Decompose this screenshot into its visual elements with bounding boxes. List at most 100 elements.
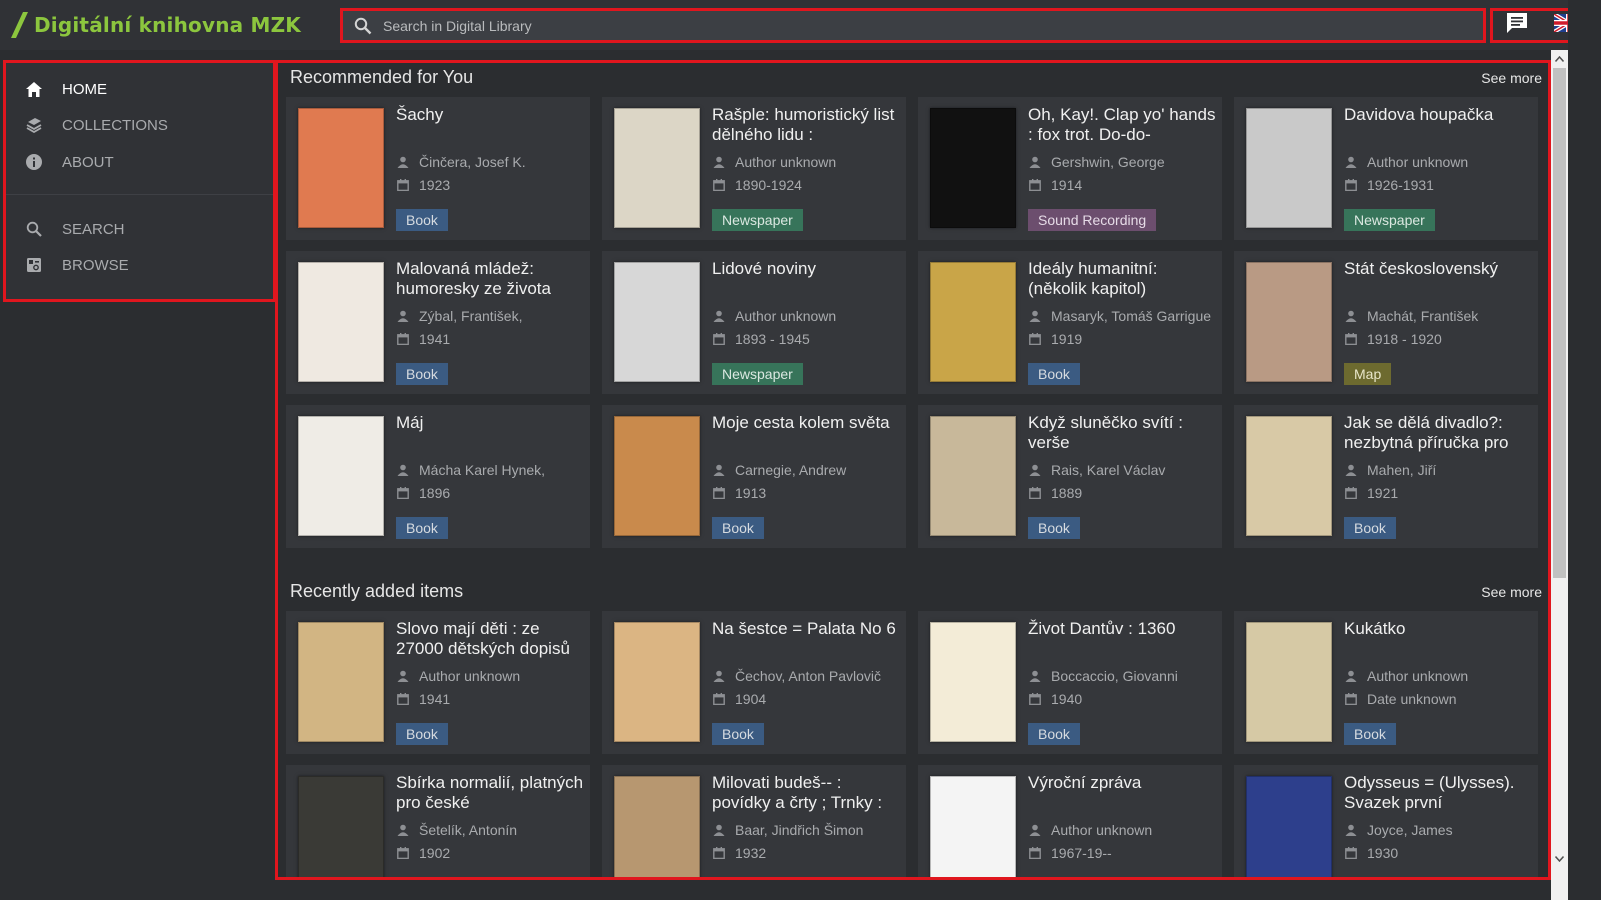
item-title[interactable]: Malovaná mládež: humoresky ze života xyxy=(396,259,584,299)
item-card[interactable]: Malovaná mládež: humoresky ze života Zýba… xyxy=(286,251,590,394)
item-thumbnail[interactable] xyxy=(296,259,386,385)
item-card[interactable]: Jak se dělá divadlo?: nezbytná příručka … xyxy=(1234,405,1538,548)
item-title[interactable]: Stát československý xyxy=(1344,259,1532,279)
item-thumbnail[interactable] xyxy=(1244,259,1334,385)
item-thumbnail[interactable] xyxy=(928,105,1018,231)
calendar-icon xyxy=(1028,487,1042,499)
item-title[interactable]: Výroční zpráva xyxy=(1028,773,1216,793)
sidebar-item-collections[interactable]: COLLECTIONS xyxy=(24,113,168,137)
item-thumbnail[interactable] xyxy=(928,619,1018,745)
search-input[interactable] xyxy=(383,17,1483,34)
item-thumbnail[interactable] xyxy=(296,619,386,745)
item-date: 1902 xyxy=(396,845,586,861)
item-thumbnail[interactable] xyxy=(296,413,386,539)
item-card[interactable]: Když sluněčko svítí : verše Rais, Karel V… xyxy=(918,405,1222,548)
item-type-badge: Book xyxy=(712,723,764,745)
search-icon[interactable] xyxy=(343,17,383,35)
item-thumbnail[interactable] xyxy=(612,619,702,745)
item-author: Author unknown xyxy=(396,668,586,684)
sidebar-item-about[interactable]: ABOUT xyxy=(24,150,114,174)
item-title[interactable]: Když sluněčko svítí : verše xyxy=(1028,413,1216,453)
item-title[interactable]: Oh, Kay!. Clap yo' hands : fox trot. Do-… xyxy=(1028,105,1216,145)
item-title[interactable]: Šachy xyxy=(396,105,584,125)
item-date: 1913 xyxy=(712,485,902,501)
user-icon xyxy=(712,156,726,168)
item-thumbnail[interactable] xyxy=(296,773,386,877)
item-title[interactable]: Odysseus = (Ulysses). Svazek první xyxy=(1344,773,1532,813)
item-date-text: 1967-19-- xyxy=(1051,845,1112,861)
item-thumbnail[interactable] xyxy=(612,413,702,539)
item-title[interactable]: Na šestce = Palata No 6 xyxy=(712,619,900,639)
item-title[interactable]: Slovo mají děti : ze 27000 dětských dopi… xyxy=(396,619,584,659)
item-author: Mácha Karel Hynek, xyxy=(396,462,586,478)
scroll-thumb[interactable] xyxy=(1553,68,1566,578)
sidebar-item-home[interactable]: HOME xyxy=(24,77,107,101)
search-bar[interactable] xyxy=(340,8,1486,43)
sidebar-nav: HOME COLLECTIONS ABOUT SEARCH BROWSE xyxy=(3,60,276,302)
item-title[interactable]: Moje cesta kolem světa xyxy=(712,413,900,433)
item-date: 1904 xyxy=(712,691,902,707)
item-thumbnail[interactable] xyxy=(1244,413,1334,539)
item-card[interactable]: Život Dantův : 1360 Boccaccio, Giovanni 19… xyxy=(918,611,1222,754)
item-thumbnail[interactable] xyxy=(1244,773,1334,877)
item-card[interactable]: Lidové noviny Author unknown 1893 - 1945 Ne… xyxy=(602,251,906,394)
see-more-link-recent[interactable]: See more xyxy=(1481,584,1542,600)
item-card[interactable]: Máj Mácha Karel Hynek, 1896 Book xyxy=(286,405,590,548)
item-thumbnail[interactable] xyxy=(612,773,702,877)
logo-slash-icon xyxy=(11,12,28,38)
item-author-text: Baar, Jindřich Šimon xyxy=(735,822,864,838)
scroll-down-icon[interactable] xyxy=(1551,850,1568,867)
item-date-text: 1926-1931 xyxy=(1367,177,1434,193)
sidebar-item-browse[interactable]: BROWSE xyxy=(24,253,129,277)
item-title[interactable]: Život Dantův : 1360 xyxy=(1028,619,1216,639)
scrollbar[interactable] xyxy=(1551,50,1568,900)
item-author-text: Joyce, James xyxy=(1367,822,1453,838)
item-card[interactable]: Stát československý Machát, František 1918… xyxy=(1234,251,1538,394)
item-title[interactable]: Rašple: humoristický list dělného lidu : xyxy=(712,105,900,145)
info-icon xyxy=(24,152,44,172)
item-card[interactable]: Milovati budeš-- : povídky a črty ; Trnk… xyxy=(602,765,906,877)
calendar-icon xyxy=(396,179,410,191)
item-thumbnail[interactable] xyxy=(928,773,1018,877)
item-date-text: 1902 xyxy=(419,845,451,861)
item-title[interactable]: Jak se dělá divadlo?: nezbytná příručka … xyxy=(1344,413,1532,453)
item-thumbnail[interactable] xyxy=(928,413,1018,539)
item-thumbnail[interactable] xyxy=(928,259,1018,385)
item-card[interactable]: Sbírka normalií, platných pro české Šetel… xyxy=(286,765,590,877)
logo[interactable]: Digitální knihovna MZK xyxy=(10,12,301,38)
item-card[interactable]: Davidova houpačka Author unknown 1926-1931… xyxy=(1234,97,1538,240)
item-title[interactable]: Milovati budeš-- : povídky a črty ; Trnk… xyxy=(712,773,900,813)
item-title[interactable]: Davidova houpačka xyxy=(1344,105,1532,125)
search-icon xyxy=(24,219,44,239)
item-card[interactable]: Moje cesta kolem světa Carnegie, Andrew 19… xyxy=(602,405,906,548)
item-thumbnail[interactable] xyxy=(612,259,702,385)
see-more-link-recommended[interactable]: See more xyxy=(1481,70,1542,86)
item-title[interactable]: Máj xyxy=(396,413,584,433)
item-thumbnail[interactable] xyxy=(612,105,702,231)
item-title[interactable]: Lidové noviny xyxy=(712,259,900,279)
scroll-up-icon[interactable] xyxy=(1551,50,1568,67)
item-thumbnail[interactable] xyxy=(1244,619,1334,745)
sidebar-item-label: COLLECTIONS xyxy=(62,116,168,134)
item-title[interactable]: Kukátko xyxy=(1344,619,1532,639)
item-thumbnail[interactable] xyxy=(1244,105,1334,231)
item-thumbnail[interactable] xyxy=(296,105,386,231)
item-card[interactable]: Slovo mají děti : ze 27000 dětských dopi… xyxy=(286,611,590,754)
item-date: 1932 xyxy=(712,845,902,861)
item-type-badge: Book xyxy=(396,723,448,745)
item-card[interactable]: Výroční zpráva Author unknown 1967-19-- Boo… xyxy=(918,765,1222,877)
item-card[interactable]: Šachy Činčera, Josef K. 1923 Book xyxy=(286,97,590,240)
item-card[interactable]: Kukátko Author unknown Date unknown Book xyxy=(1234,611,1538,754)
calendar-icon xyxy=(1028,847,1042,859)
item-type-badge: Book xyxy=(1344,723,1396,745)
item-card[interactable]: Odysseus = (Ulysses). Svazek první Joyce,… xyxy=(1234,765,1538,877)
item-card[interactable]: Ideály humanitní: (několik kapitol) Masar… xyxy=(918,251,1222,394)
sidebar-item-search[interactable]: SEARCH xyxy=(24,217,125,241)
item-title[interactable]: Ideály humanitní: (několik kapitol) xyxy=(1028,259,1216,299)
calendar-icon xyxy=(712,487,726,499)
item-card[interactable]: Rašple: humoristický list dělného lidu :… xyxy=(602,97,906,240)
item-title[interactable]: Sbírka normalií, platných pro české xyxy=(396,773,584,813)
item-card[interactable]: Oh, Kay!. Clap yo' hands : fox trot. Do-… xyxy=(918,97,1222,240)
item-card[interactable]: Na šestce = Palata No 6 Čechov, Anton Pav… xyxy=(602,611,906,754)
chat-icon[interactable] xyxy=(1505,12,1529,39)
